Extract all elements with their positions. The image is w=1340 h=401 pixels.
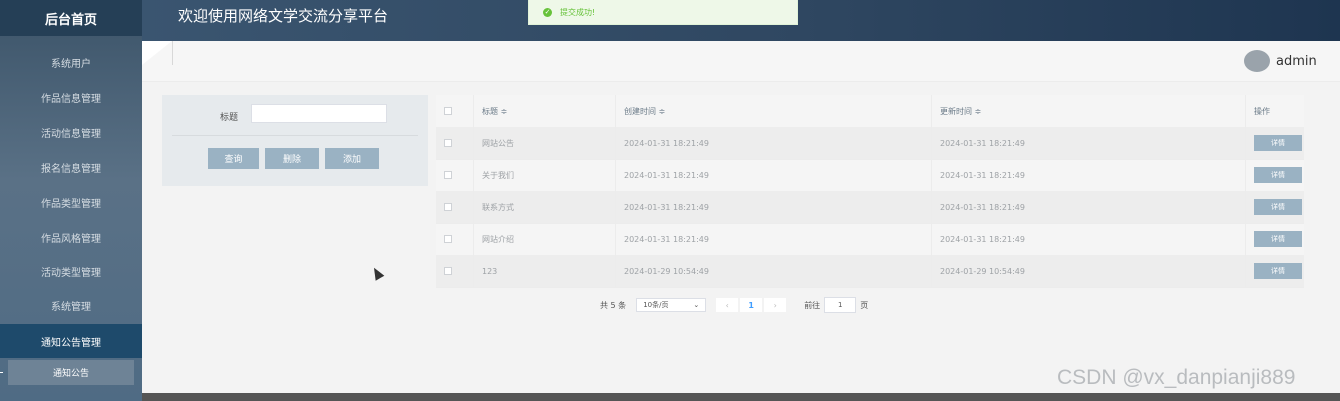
cell-created: 2024-01-29 10:54:49 [616,255,932,287]
delete-button[interactable]: 删除 [265,148,319,169]
header-created[interactable]: 创建时间 ≑ [616,95,932,127]
cell-created: 2024-01-31 18:21:49 [616,223,932,255]
cell-action: 详情 [1246,159,1304,191]
prev-page-icon[interactable]: ‹ [716,298,739,312]
detail-button[interactable]: 详情 [1254,135,1302,151]
sidebar-item-activity-types[interactable]: 活动类型管理 [0,254,142,288]
sidebar-item-work-styles[interactable]: 作品风格管理 [0,220,142,254]
check-circle-icon: ✓ [543,7,552,17]
cell-created: 2024-01-31 18:21:49 [616,159,932,191]
search-panel: 标题 查询 删除 添加 [162,95,428,186]
cell-action: 详情 [1246,191,1304,223]
row-checkbox[interactable] [444,139,452,147]
cell-title: 网站公告 [474,127,616,159]
title-label: 标题 [220,113,239,123]
row-check-cell [436,223,474,255]
header-title[interactable]: 标题 ≑ [474,95,616,127]
cell-title: 123 [474,255,616,287]
collapse-toggle-icon[interactable] [142,41,172,65]
cell-created: 2024-01-31 18:21:49 [616,127,932,159]
collapse-toggle-edge [172,41,173,65]
page-title: 欢迎使用网络文学交流分享平台 [178,7,389,25]
cell-updated: 2024-01-31 18:21:49 [932,159,1246,191]
sidebar-item-notices[interactable]: 通知公告管理 [0,324,142,358]
row-checkbox[interactable] [444,203,452,211]
sidebar: 后台首页 系统用户 作品信息管理 活动信息管理 报名信息管理 作品类型管理 作品… [0,0,142,401]
detail-button[interactable]: 详情 [1254,167,1302,183]
header-updated[interactable]: 更新时间 ≑ [932,95,1246,127]
cell-title: 关于我们 [474,159,616,191]
goto-label: 前往 [804,300,821,310]
cell-title: 网站介绍 [474,223,616,255]
table-row: 123 2024-01-29 10:54:49 2024-01-29 10:54… [436,255,1304,288]
sidebar-item-registrations[interactable]: 报名信息管理 [0,150,142,184]
row-check-cell [436,191,474,223]
sidebar-item-activities[interactable]: 活动信息管理 [0,115,142,149]
page-number-current[interactable]: 1 [740,298,763,312]
pagination-total: 共 5 条 [600,300,627,310]
table-row: 关于我们 2024-01-31 18:21:49 2024-01-31 18:2… [436,159,1304,192]
cell-updated: 2024-01-29 10:54:49 [932,255,1246,287]
table-row: 联系方式 2024-01-31 18:21:49 2024-01-31 18:2… [436,191,1304,224]
cell-action: 详情 [1246,255,1304,287]
cell-action: 详情 [1246,223,1304,255]
sidebar-item-works[interactable]: 作品信息管理 [0,80,142,114]
sidebar-item-system-users[interactable]: 系统用户 [0,45,142,79]
chevron-down-icon: ⌄ [693,301,700,309]
divider [172,135,418,136]
user-bar [142,41,1340,82]
cell-updated: 2024-01-31 18:21:49 [932,127,1246,159]
cell-title: 联系方式 [474,191,616,223]
cell-updated: 2024-01-31 18:21:49 [932,191,1246,223]
username[interactable]: admin [1276,54,1317,69]
notice-table: 标题 ≑ 创建时间 ≑ 更新时间 ≑ 操作 网站公告 2024-01-31 18… [436,95,1304,288]
cell-updated: 2024-01-31 18:21:49 [932,223,1246,255]
header-action: 操作 [1254,106,1270,116]
sidebar-item-system-mgmt[interactable]: 系统管理 [0,288,142,322]
submenu-indicator [0,372,3,373]
page-unit: 页 [860,300,869,310]
mouse-cursor-icon [369,265,385,281]
title-search-input[interactable] [251,104,387,123]
select-all-checkbox[interactable] [444,107,452,115]
bottom-bar [142,393,1340,401]
cell-action: 详情 [1246,127,1304,159]
detail-button[interactable]: 详情 [1254,231,1302,247]
toast-message: 提交成功! [560,7,596,17]
select-all-cell [436,95,474,127]
table-row: 网站公告 2024-01-31 18:21:49 2024-01-31 18:2… [436,127,1304,160]
table-header-row: 标题 ≑ 创建时间 ≑ 更新时间 ≑ 操作 [436,95,1304,128]
page-size-select[interactable]: 10条/页 ⌄ [636,298,707,312]
row-checkbox[interactable] [444,171,452,179]
query-button[interactable]: 查询 [208,148,259,169]
add-button[interactable]: 添加 [325,148,379,169]
sidebar-item-work-types[interactable]: 作品类型管理 [0,185,142,219]
sidebar-brand[interactable]: 后台首页 [0,0,142,36]
success-toast: ✓ 提交成功! [528,0,798,25]
table-row: 网站介绍 2024-01-31 18:21:49 2024-01-31 18:2… [436,223,1304,256]
watermark: CSDN @vx_danpianji889 [1057,366,1296,389]
row-checkbox[interactable] [444,235,452,243]
goto-page-input[interactable]: 1 [824,297,857,313]
row-check-cell [436,159,474,191]
detail-button[interactable]: 详情 [1254,263,1302,279]
next-page-icon[interactable]: › [764,298,787,312]
row-check-cell [436,255,474,287]
detail-button[interactable]: 详情 [1254,199,1302,215]
row-checkbox[interactable] [444,267,452,275]
pagination: 共 5 条 10条/页 ⌄ ‹ 1 › 前往 1 页 [600,296,868,314]
cell-created: 2024-01-31 18:21:49 [616,191,932,223]
sidebar-subitem-notice[interactable]: 通知公告 [8,360,134,385]
avatar[interactable] [1244,50,1270,72]
row-check-cell [436,127,474,159]
page-size-value: 10条/页 [643,301,669,309]
